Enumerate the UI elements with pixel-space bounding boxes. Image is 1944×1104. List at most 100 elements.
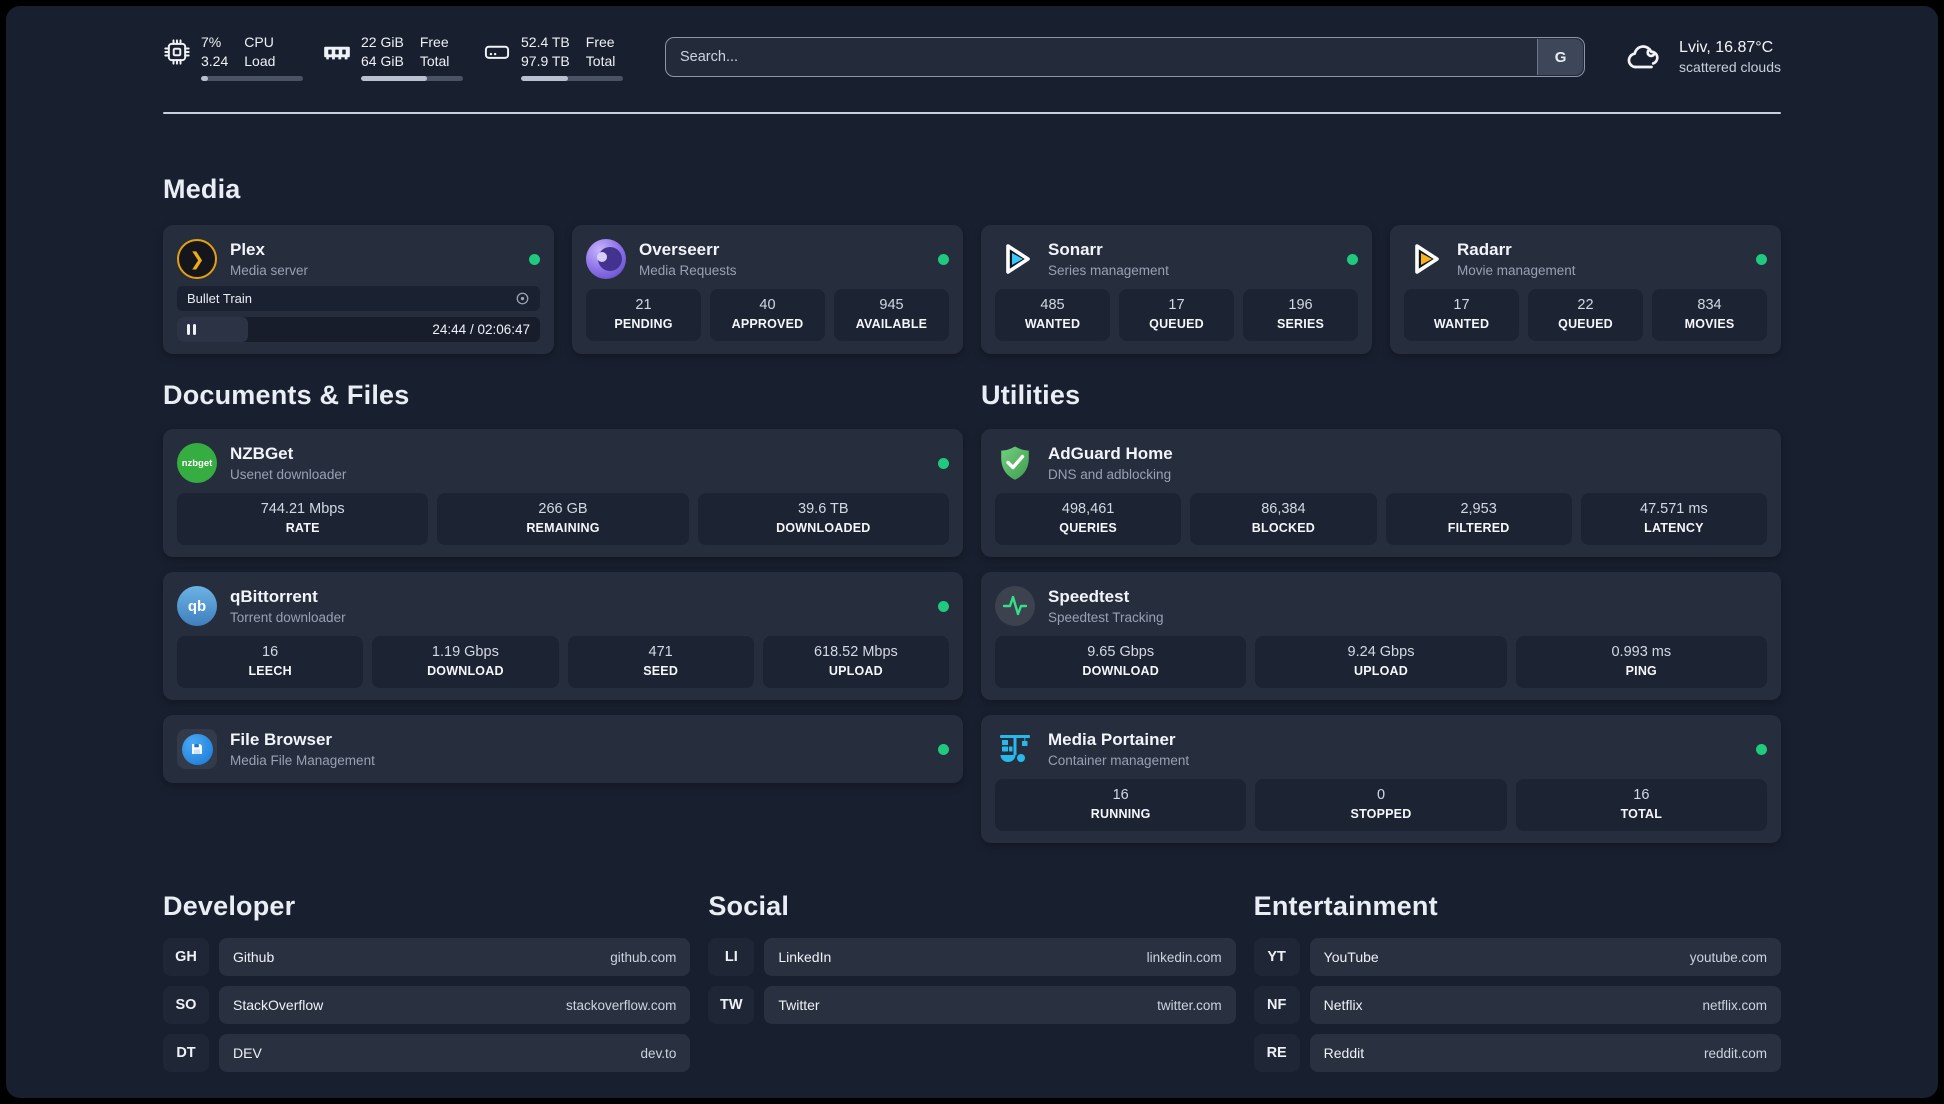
bookmark-url: github.com [610, 949, 677, 965]
stat-tile: 39.6 TB DOWNLOADED [697, 493, 949, 545]
stat-tile: 9.24 Gbps UPLOAD [1255, 636, 1507, 688]
stat-tile: 21 PENDING [586, 289, 701, 341]
plex-chevron-glyph: ❯ [189, 248, 205, 269]
status-indicator-online [938, 457, 949, 469]
status-indicator-online [1756, 253, 1767, 265]
ram-total-label: Total [419, 53, 450, 69]
app-subtitle: Media Requests [639, 262, 737, 278]
status-indicator-online [938, 253, 949, 265]
bookmark-url: stackoverflow.com [566, 997, 677, 1013]
status-indicator-online [529, 253, 540, 265]
bookmark-group-social: Social LI LinkedIn linkedin.com TW Twitte… [708, 891, 1236, 1024]
bookmark-name: Reddit [1323, 1045, 1365, 1061]
section-title-developer: Developer [163, 891, 296, 921]
disk-free-label: Free [585, 34, 615, 50]
app-card-adguard[interactable]: AdGuard Home DNS and adblocking 498,461 Q… [981, 429, 1781, 557]
disk-widget: 52.4 TB 97.9 TB Free Total [483, 33, 623, 81]
app-title: Media Portainer [1048, 729, 1176, 749]
bookmark-linkedin[interactable]: LI LinkedIn linkedin.com [708, 938, 1236, 976]
app-card-portainer[interactable]: Media Portainer Container management 16 R… [981, 715, 1781, 843]
stat-tile: 834 MOVIES [1652, 289, 1767, 341]
app-subtitle: Series management [1048, 262, 1169, 278]
disk-total-label: Total [585, 53, 616, 69]
section-utilities: Utilities AdGuard Home DNS and adblockin… [981, 380, 1781, 843]
stat-tile: 40 APPROVED [710, 289, 825, 341]
search-bar: G [665, 37, 1586, 77]
ram-progress-bar [361, 76, 463, 81]
disk-progress-bar [521, 76, 623, 81]
stat-tile: 485 WANTED [995, 289, 1110, 341]
app-card-filebrowser[interactable]: File Browser Media File Management [163, 715, 963, 783]
weather-location-temp: Lviv, 16.87°C [1679, 38, 1774, 56]
bookmark-abbr: TW [708, 986, 755, 1024]
section-title-social: Social [708, 891, 790, 921]
playback-progress-bar[interactable]: 24:44 / 02:06:47 [177, 317, 540, 342]
app-title: Sonarr [1048, 239, 1103, 259]
overseerr-icon [586, 239, 626, 279]
search-engine-button[interactable]: G [1537, 39, 1584, 75]
app-subtitle: Container management [1048, 752, 1190, 768]
nzbget-icon-text: nzbget [181, 457, 213, 469]
cpu-usage-value: 7% [201, 34, 222, 50]
bookmark-reddit[interactable]: RE Reddit reddit.com [1253, 1034, 1781, 1072]
session-device-icon [516, 292, 529, 305]
bookmark-dev[interactable]: DT DEV dev.to [163, 1034, 691, 1072]
app-card-plex[interactable]: ❯ Plex Media server Bullet Train 24:44 /… [163, 225, 554, 354]
filebrowser-icon [177, 729, 217, 769]
bookmark-stackoverflow[interactable]: SO StackOverflow stackoverflow.com [163, 986, 691, 1024]
status-indicator-online [938, 743, 949, 755]
section-title-documents: Documents & Files [163, 380, 410, 410]
app-card-radarr[interactable]: Radarr Movie management 17 WANTED 22 QUEUE… [1390, 225, 1781, 354]
stat-tile: 1.19 Gbps DOWNLOAD [372, 636, 559, 688]
app-card-sonarr[interactable]: Sonarr Series management 485 WANTED 17 QUE… [981, 225, 1372, 354]
stat-tile: 471 SEED [567, 636, 754, 688]
disk-free-value: 52.4 TB [521, 34, 570, 50]
speedtest-icon [995, 586, 1035, 626]
cpu-load-value: 3.24 [201, 53, 229, 69]
bookmark-url: netflix.com [1702, 997, 1767, 1013]
stat-tile: 16 LEECH [177, 636, 364, 688]
stat-tile: 2,953 FILTERED [1385, 493, 1572, 545]
app-subtitle: DNS and adblocking [1048, 466, 1172, 482]
pause-icon [187, 324, 196, 335]
search-input[interactable] [666, 38, 1585, 76]
stat-tile: 196 SERIES [1243, 289, 1358, 341]
app-title: qBittorrent [230, 586, 318, 606]
now-playing-title: Bullet Train [187, 291, 253, 306]
cpu-load-label: Load [244, 53, 276, 69]
cpu-icon [164, 39, 190, 65]
cpu-progress-bar [201, 76, 303, 81]
bookmark-abbr: SO [163, 986, 209, 1024]
bookmark-name: DEV [233, 1045, 262, 1061]
stat-tile: 0 STOPPED [1255, 779, 1507, 831]
weather-widget: Lviv, 16.87°C scattered clouds [1621, 37, 1781, 77]
bookmark-github[interactable]: GH Github github.com [163, 938, 691, 976]
bookmark-group-entertainment: Entertainment YT YouTube youtube.com NF N… [1253, 891, 1781, 1072]
stat-tile: 744.21 Mbps RATE [177, 493, 429, 545]
bookmark-abbr: GH [163, 938, 209, 976]
stat-tile: 16 RUNNING [995, 779, 1247, 831]
app-card-nzbget[interactable]: nzbget NZBGet Usenet downloader 744.21 M… [163, 429, 963, 557]
sonarr-icon [995, 239, 1035, 279]
app-title: File Browser [230, 729, 333, 749]
stat-tile: 16 TOTAL [1515, 779, 1767, 831]
nzbget-icon: nzbget [177, 443, 217, 483]
app-card-qbittorrent[interactable]: qb qBittorrent Torrent downloader 16 LEEC… [163, 572, 963, 700]
portainer-icon [995, 729, 1035, 769]
bookmark-abbr: NF [1253, 986, 1300, 1024]
cpu-usage-label: CPU [244, 34, 274, 50]
bookmark-url: youtube.com [1689, 949, 1767, 965]
app-card-speedtest[interactable]: Speedtest Speedtest Tracking 9.65 Gbps DO… [981, 572, 1781, 700]
app-card-overseerr[interactable]: Overseerr Media Requests 21 PENDING 40 APP… [572, 225, 963, 354]
qbittorrent-icon-text: qb [187, 597, 207, 615]
section-title-media: Media [163, 174, 241, 204]
weather-condition: scattered clouds [1679, 58, 1781, 75]
app-subtitle: Media server [230, 262, 309, 278]
bookmark-twitter[interactable]: TW Twitter twitter.com [708, 986, 1236, 1024]
stat-tile: 945 AVAILABLE [834, 289, 949, 341]
bookmark-youtube[interactable]: YT YouTube youtube.com [1253, 938, 1781, 976]
bookmark-netflix[interactable]: NF Netflix netflix.com [1253, 986, 1781, 1024]
app-subtitle: Movie management [1457, 262, 1576, 278]
bookmark-name: Github [233, 949, 275, 965]
bookmark-url: linkedin.com [1146, 949, 1222, 965]
